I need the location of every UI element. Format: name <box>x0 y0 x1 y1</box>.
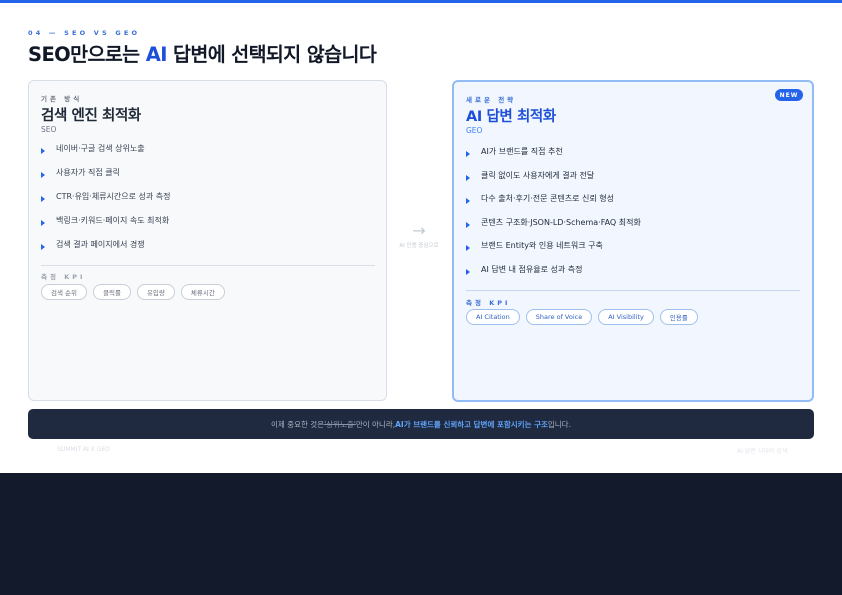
title-part-1: SEO만으로는 <box>28 43 146 66</box>
list-item-text: 콘텐츠 구조화·JSON-LD·Schema·FAQ 최적화 <box>481 217 641 227</box>
geo-card-kicker: 새로운 전략 <box>466 96 517 104</box>
bullet-triangle-icon <box>41 148 45 154</box>
kpi-chip: 유입량 <box>136 284 175 300</box>
kpi-chip: AI Citation <box>466 309 520 325</box>
bullet-triangle-icon <box>466 245 470 252</box>
seo-kpi-label: 측정 KPI <box>41 273 86 281</box>
list-item-text: AI가 브랜드를 직접 추천 <box>481 147 563 156</box>
banner-prefix: 이제 중요한 것은 <box>271 419 325 429</box>
list-item: 클릭 없이도 사용자에게 결과 전달 <box>466 170 641 194</box>
bullet-triangle-icon <box>41 220 45 226</box>
list-item: 콘텐츠 구조화·JSON-LD·Schema·FAQ 최적화 <box>466 217 641 241</box>
seo-card-kicker: 기존 방식 <box>41 95 83 103</box>
title-highlight: AI <box>145 43 168 66</box>
new-badge: NEW <box>775 89 803 101</box>
list-item: 브랜드 Entity와 인용 네트워크 구축 <box>466 240 641 264</box>
kpi-chip: 클릭률 <box>93 284 131 300</box>
seo-card-subtitle: SEO <box>41 125 57 134</box>
slide-title: SEO만으로는 AI 답변에 선택되지 않습니다 <box>28 38 377 67</box>
bullet-triangle-icon <box>41 172 45 178</box>
seo-card-divider <box>41 265 375 266</box>
kpi-chip: 검색 순위 <box>41 284 87 300</box>
transition-arrow-group: → AI 인용 중심으로 <box>397 222 441 250</box>
geo-card-divider <box>466 290 800 291</box>
list-item-text: 백링크·키워드·페이지 속도 최적화 <box>56 216 170 225</box>
list-item-text: 브랜드 Entity와 인용 네트워크 구축 <box>481 241 603 251</box>
list-item-text: AI 답변 내 점유율로 성과 측정 <box>481 264 583 274</box>
seo-feature-list: 네이버·구글 검색 상위노출 사용자가 직접 클릭 CTR·유입·체류시간으로 … <box>41 143 171 263</box>
list-item-text: 클릭 없이도 사용자에게 결과 전달 <box>481 170 595 180</box>
kpi-chip: Share of Voice <box>525 309 593 325</box>
list-item-text: 다수 출처·후기·전문 콘텐츠로 신뢰 형성 <box>481 194 615 204</box>
banner-emphasis: AI가 브랜드를 신뢰하고 답변에 포함시키는 구조 <box>395 419 548 429</box>
title-part-2: 답변에 선택되지 않습니다 <box>166 43 377 66</box>
bullet-triangle-icon <box>41 244 45 250</box>
list-item-text: 사용자가 직접 클릭 <box>56 168 120 177</box>
slide-canvas: 04 — SEO VS GEO SEO만으로는 AI 답변에 선택되지 않습니다… <box>0 0 842 473</box>
list-item: CTR·유입·체류시간으로 성과 측정 <box>41 191 171 215</box>
bullet-triangle-icon <box>466 151 470 157</box>
banner-middle: 만이 아니라, <box>355 419 396 429</box>
transition-note: AI 인용 중심으로 <box>399 243 439 249</box>
footer-brand: SUMMIT AI X GEO <box>57 446 110 453</box>
key-message-banner: 이제 중요한 것은 '상위노출' 만이 아니라, AI가 브랜드를 신뢰하고 답… <box>28 409 814 439</box>
list-item-text: CTR·유입·체류시간으로 성과 측정 <box>56 192 171 201</box>
section-eyebrow: 04 — SEO VS GEO <box>28 29 141 37</box>
list-item: 다수 출처·후기·전문 콘텐츠로 신뢰 형성 <box>466 193 641 217</box>
list-item-text: 네이버·구글 검색 상위노출 <box>56 144 145 153</box>
list-item: 사용자가 직접 클릭 <box>41 167 171 191</box>
banner-struck-text: '상위노출' <box>324 419 356 429</box>
banner-suffix: 입니다. <box>547 419 571 429</box>
list-item: 네이버·구글 검색 상위노출 <box>41 143 171 167</box>
list-item: AI가 브랜드를 직접 추천 <box>466 146 641 170</box>
seo-card: 기존 방식 검색 엔진 최적화 SEO 네이버·구글 검색 상위노출 사용자가 … <box>28 80 387 401</box>
list-item: 백링크·키워드·페이지 속도 최적화 <box>41 215 171 239</box>
geo-card-subtitle: GEO <box>466 126 483 135</box>
geo-feature-list: AI가 브랜드를 직접 추천 클릭 없이도 사용자에게 결과 전달 다수 출처·… <box>466 146 641 288</box>
footer-caption: AI 답변 시대의 검색 <box>737 448 788 455</box>
list-item-text: 검색 결과 페이지에서 경쟁 <box>56 240 145 249</box>
bullet-triangle-icon <box>466 174 470 181</box>
seo-kpi-chips: 검색 순위 클릭률 유입량 체류시간 <box>41 284 225 300</box>
bullet-triangle-icon <box>466 198 470 205</box>
kpi-chip: 인용률 <box>659 309 698 325</box>
geo-card: 새로운 전략 NEW AI 답변 최적화 GEO AI가 브랜드를 직접 추천 … <box>452 80 814 402</box>
list-item: 검색 결과 페이지에서 경쟁 <box>41 239 171 263</box>
right-arrow-icon: → <box>412 221 426 240</box>
geo-kpi-chips: AI Citation Share of Voice AI Visibility… <box>466 309 698 325</box>
list-item: AI 답변 내 점유율로 성과 측정 <box>466 264 641 288</box>
accent-top-bar <box>0 0 842 3</box>
seo-card-title: 검색 엔진 최적화 <box>41 108 141 124</box>
geo-card-title: AI 답변 최적화 <box>466 109 556 125</box>
kpi-chip: 체류시간 <box>180 284 225 300</box>
kpi-chip: AI Visibility <box>598 309 654 325</box>
bullet-triangle-icon <box>41 196 45 202</box>
geo-kpi-label: 측정 KPI <box>466 299 511 307</box>
bullet-triangle-icon <box>466 268 470 275</box>
bullet-triangle-icon <box>466 221 470 228</box>
